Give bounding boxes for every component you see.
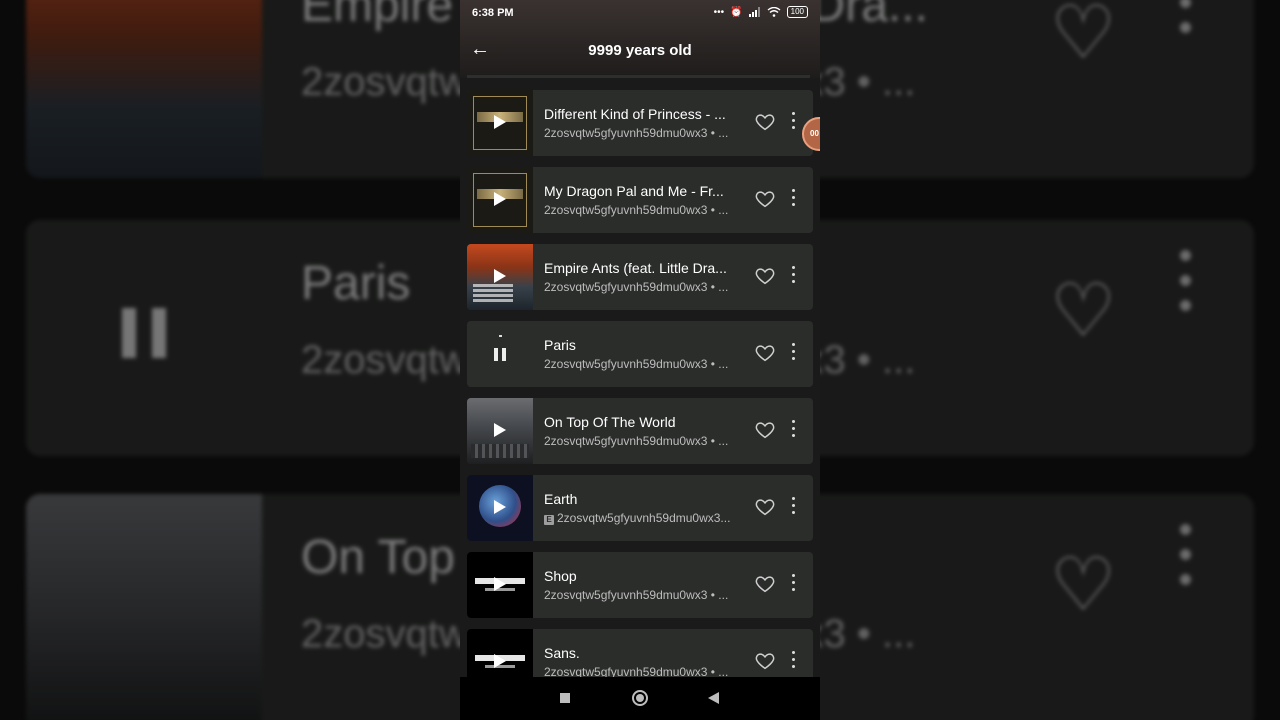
song-subtitle: 2zosvqtw5gfyuvnh59dmu0wx3 • ... [544, 588, 729, 602]
bg-heart-icon: ♡ [1050, 543, 1117, 626]
song-row-now-playing[interactable]: Paris 2zosvqtw5gfyuvnh59dmu0wx3 • ... [467, 321, 813, 387]
heart-icon[interactable] [754, 496, 776, 518]
more-options-icon[interactable] [791, 651, 797, 673]
song-title: My Dragon Pal and Me - Fr... [544, 183, 724, 199]
list-divider [467, 75, 810, 78]
play-icon[interactable] [494, 115, 506, 129]
explicit-badge: E [544, 515, 554, 525]
home-icon[interactable] [632, 690, 648, 706]
progress-indicator [499, 335, 502, 337]
more-options-icon[interactable] [791, 112, 797, 134]
pause-icon[interactable] [494, 348, 506, 361]
status-time: 6:38 PM [472, 7, 514, 19]
heart-icon[interactable] [754, 342, 776, 364]
recents-icon[interactable] [560, 693, 570, 703]
more-options-icon[interactable] [791, 266, 797, 288]
more-options-icon[interactable] [791, 343, 797, 365]
heart-icon[interactable] [754, 265, 776, 287]
phone-screen: 6:38 PM ••• ⏰ 100 ← 9999 years old Diffe… [460, 0, 820, 720]
song-row[interactable]: Shop 2zosvqtw5gfyuvnh59dmu0wx3 • ... [467, 552, 813, 618]
song-title: Earth [544, 491, 578, 507]
play-icon[interactable] [494, 577, 506, 591]
signal-icon [748, 7, 760, 17]
bg-art-plastic-beach [26, 0, 262, 178]
heart-icon[interactable] [754, 419, 776, 441]
bg-heart-icon: ♡ [1050, 269, 1117, 352]
heart-icon[interactable] [754, 188, 776, 210]
more-options-icon[interactable] [791, 497, 797, 519]
app-bar: ← 9999 years old [460, 30, 820, 70]
bg-row-title: Paris [301, 257, 411, 310]
page-title: 9999 years old [588, 42, 692, 59]
song-title: Empire Ants (feat. Little Dra... [544, 260, 727, 276]
bg-heart-icon: ♡ [1050, 0, 1117, 74]
heart-icon[interactable] [754, 573, 776, 595]
song-row[interactable]: My Dragon Pal and Me - Fr... 2zosvqtw5gf… [467, 167, 813, 233]
song-title: Paris [544, 337, 576, 353]
play-icon[interactable] [494, 269, 506, 283]
wifi-icon [767, 7, 781, 17]
screen: Empire Ants (feat. Little Dra... 2zosvqt… [0, 0, 1280, 720]
song-title: Shop [544, 568, 577, 584]
bg-more-icon [1176, 524, 1196, 599]
bg-more-icon [1176, 250, 1196, 325]
bg-art-pause [26, 220, 262, 456]
alarm-icon: ⏰ [730, 6, 743, 18]
song-title: Different Kind of Princess - ... [544, 106, 726, 122]
song-subtitle: 2zosvqtw5gfyuvnh59dmu0wx3 • ... [544, 357, 729, 371]
play-icon[interactable] [494, 192, 506, 206]
song-row[interactable]: Empire Ants (feat. Little Dra... 2zosvqt… [467, 244, 813, 310]
play-icon[interactable] [494, 423, 506, 437]
back-icon[interactable] [708, 692, 719, 704]
song-title: On Top Of The World [544, 414, 676, 430]
status-icons: ••• ⏰ 100 [714, 6, 808, 18]
bg-more-icon [1176, 0, 1196, 47]
song-row[interactable]: On Top Of The World 2zosvqtw5gfyuvnh59dm… [467, 398, 813, 464]
more-options-icon[interactable] [791, 189, 797, 211]
play-icon[interactable] [494, 654, 506, 668]
song-subtitle-text: 2zosvqtw5gfyuvnh59dmu0wx3... [557, 511, 731, 525]
bg-art-imagine-dragons [26, 494, 262, 720]
heart-icon[interactable] [754, 111, 776, 133]
play-icon[interactable] [494, 500, 506, 514]
status-bar: 6:38 PM ••• ⏰ 100 [460, 0, 820, 26]
system-nav-bar [460, 677, 820, 720]
battery-icon: 100 [786, 6, 808, 18]
song-subtitle: E 2zosvqtw5gfyuvnh59dmu0wx3... [544, 511, 742, 525]
song-row[interactable]: Different Kind of Princess - ... 2zosvqt… [467, 90, 813, 156]
more-options-icon[interactable] [791, 574, 797, 596]
song-subtitle: 2zosvqtw5gfyuvnh59dmu0wx3 • ... [544, 434, 729, 448]
song-subtitle: 2zosvqtw5gfyuvnh59dmu0wx3 • ... [544, 203, 729, 217]
more-options-icon[interactable] [791, 420, 797, 442]
song-subtitle: 2zosvqtw5gfyuvnh59dmu0wx3 • ... [544, 126, 729, 140]
song-title: Sans. [544, 645, 580, 661]
song-subtitle: 2zosvqtw5gfyuvnh59dmu0wx3 • ... [544, 280, 729, 294]
song-row[interactable]: Earth E 2zosvqtw5gfyuvnh59dmu0wx3... [467, 475, 813, 541]
more-notifications-icon: ••• [713, 6, 725, 18]
heart-icon[interactable] [754, 650, 776, 672]
